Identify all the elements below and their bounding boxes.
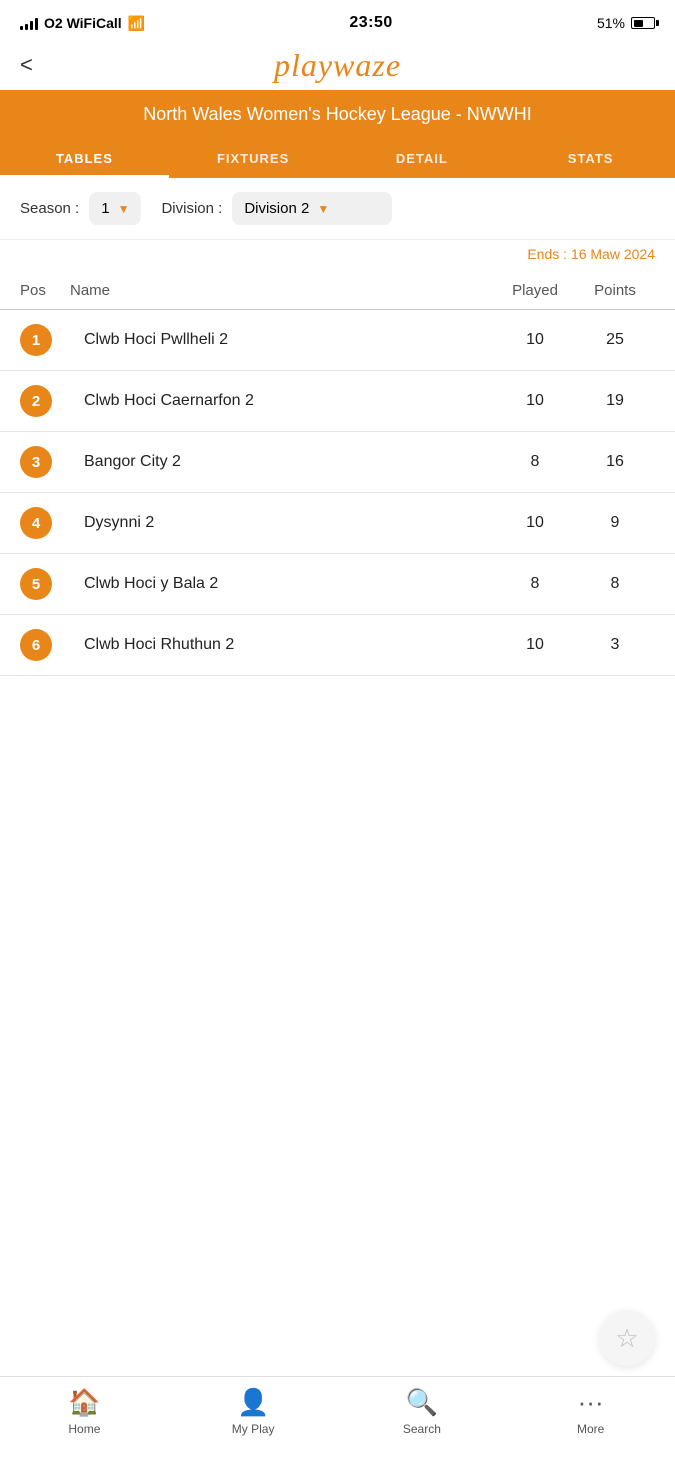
tab-detail[interactable]: DETAIL: [338, 139, 507, 178]
division-value: Division 2: [244, 200, 309, 217]
myplay-icon: 👤: [237, 1387, 269, 1418]
division-select[interactable]: Division 2 ▼: [232, 192, 392, 225]
played-value: 10: [495, 636, 575, 654]
team-name: Bangor City 2: [70, 453, 495, 471]
team-name: Clwb Hoci Caernarfon 2: [70, 392, 495, 410]
nav-item-search[interactable]: 🔍 Search: [338, 1387, 507, 1436]
league-banner: North Wales Women's Hockey League - NWWH…: [0, 90, 675, 139]
status-right: 51%: [597, 15, 655, 31]
league-title: North Wales Women's Hockey League - NWWH…: [143, 104, 532, 124]
league-table-body: 1 Clwb Hoci Pwllheli 2 10 25 2 Clwb Hoci…: [0, 310, 675, 676]
position-badge: 5: [20, 568, 52, 600]
ends-label: Ends :: [527, 246, 567, 262]
nav-item-home[interactable]: 🏠 Home: [0, 1387, 169, 1436]
search-label: Search: [403, 1422, 441, 1436]
bottom-nav: 🏠 Home 👤 My Play 🔍 Search ··· More: [0, 1376, 675, 1476]
tab-fixtures[interactable]: FIXTURES: [169, 139, 338, 178]
ends-row: Ends : 16 Maw 2024: [0, 240, 675, 272]
home-icon: 🏠: [68, 1387, 100, 1418]
position-badge: 1: [20, 324, 52, 356]
season-dropdown-arrow: ▼: [118, 202, 130, 216]
home-label: Home: [68, 1422, 100, 1436]
ends-date: 16 Maw 2024: [571, 246, 655, 262]
myplay-label: My Play: [232, 1422, 275, 1436]
back-button[interactable]: <: [20, 52, 33, 78]
position-badge: 2: [20, 385, 52, 417]
signal-icon: [20, 16, 38, 30]
filters-row: Season : 1 ▼ Division : Division 2 ▼: [0, 178, 675, 240]
battery-fill: [634, 20, 644, 27]
status-time: 23:50: [349, 14, 392, 32]
table-header: Pos Name Played Points: [0, 272, 675, 310]
division-dropdown-arrow: ▼: [317, 202, 329, 216]
season-filter-group: Season : 1 ▼: [20, 192, 141, 225]
position-badge: 3: [20, 446, 52, 478]
favorite-button[interactable]: ☆: [599, 1310, 655, 1366]
team-name: Clwb Hoci y Bala 2: [70, 575, 495, 593]
position-badge: 6: [20, 629, 52, 661]
played-value: 8: [495, 575, 575, 593]
table-row[interactable]: 1 Clwb Hoci Pwllheli 2 10 25: [0, 310, 675, 371]
tabs-container: TABLESFIXTURESDETAILSTATS: [0, 139, 675, 178]
carrier-label: O2 WiFiCall: [44, 15, 122, 31]
team-name: Dysynni 2: [70, 514, 495, 532]
division-filter-group: Division : Division 2 ▼: [161, 192, 392, 225]
header-points: Points: [575, 282, 655, 299]
table-row[interactable]: 5 Clwb Hoci y Bala 2 8 8: [0, 554, 675, 615]
header-name: Name: [70, 282, 495, 299]
tab-tables[interactable]: TABLES: [0, 139, 169, 178]
points-value: 3: [575, 636, 655, 654]
played-value: 10: [495, 331, 575, 349]
division-label: Division :: [161, 200, 222, 217]
points-value: 19: [575, 392, 655, 410]
season-value: 1: [101, 200, 109, 217]
points-value: 25: [575, 331, 655, 349]
tab-stats[interactable]: STATS: [506, 139, 675, 178]
status-left: O2 WiFiCall 📶: [20, 15, 145, 32]
search-icon: 🔍: [406, 1387, 438, 1418]
played-value: 10: [495, 392, 575, 410]
table-row[interactable]: 2 Clwb Hoci Caernarfon 2 10 19: [0, 371, 675, 432]
header-pos: Pos: [20, 282, 70, 299]
app-logo: playwaze: [0, 47, 675, 84]
season-select[interactable]: 1 ▼: [89, 192, 141, 225]
star-icon: ☆: [615, 1323, 638, 1354]
table-row[interactable]: 6 Clwb Hoci Rhuthun 2 10 3: [0, 615, 675, 676]
team-name: Clwb Hoci Pwllheli 2: [70, 331, 495, 349]
app-header: < playwaze: [0, 44, 675, 90]
more-icon: ···: [578, 1387, 604, 1418]
points-value: 8: [575, 575, 655, 593]
played-value: 10: [495, 514, 575, 532]
status-bar: O2 WiFiCall 📶 23:50 51%: [0, 0, 675, 44]
battery-percent: 51%: [597, 15, 625, 31]
season-label: Season :: [20, 200, 79, 217]
content-area: ☆: [0, 676, 675, 1476]
header-played: Played: [495, 282, 575, 299]
more-label: More: [577, 1422, 604, 1436]
points-value: 9: [575, 514, 655, 532]
points-value: 16: [575, 453, 655, 471]
played-value: 8: [495, 453, 575, 471]
team-name: Clwb Hoci Rhuthun 2: [70, 636, 495, 654]
wifi-icon: 📶: [128, 15, 145, 32]
nav-item-myplay[interactable]: 👤 My Play: [169, 1387, 338, 1436]
battery-icon: [631, 17, 655, 29]
nav-item-more[interactable]: ··· More: [506, 1387, 675, 1436]
table-row[interactable]: 3 Bangor City 2 8 16: [0, 432, 675, 493]
table-row[interactable]: 4 Dysynni 2 10 9: [0, 493, 675, 554]
fab-area: ☆: [599, 1310, 655, 1366]
position-badge: 4: [20, 507, 52, 539]
